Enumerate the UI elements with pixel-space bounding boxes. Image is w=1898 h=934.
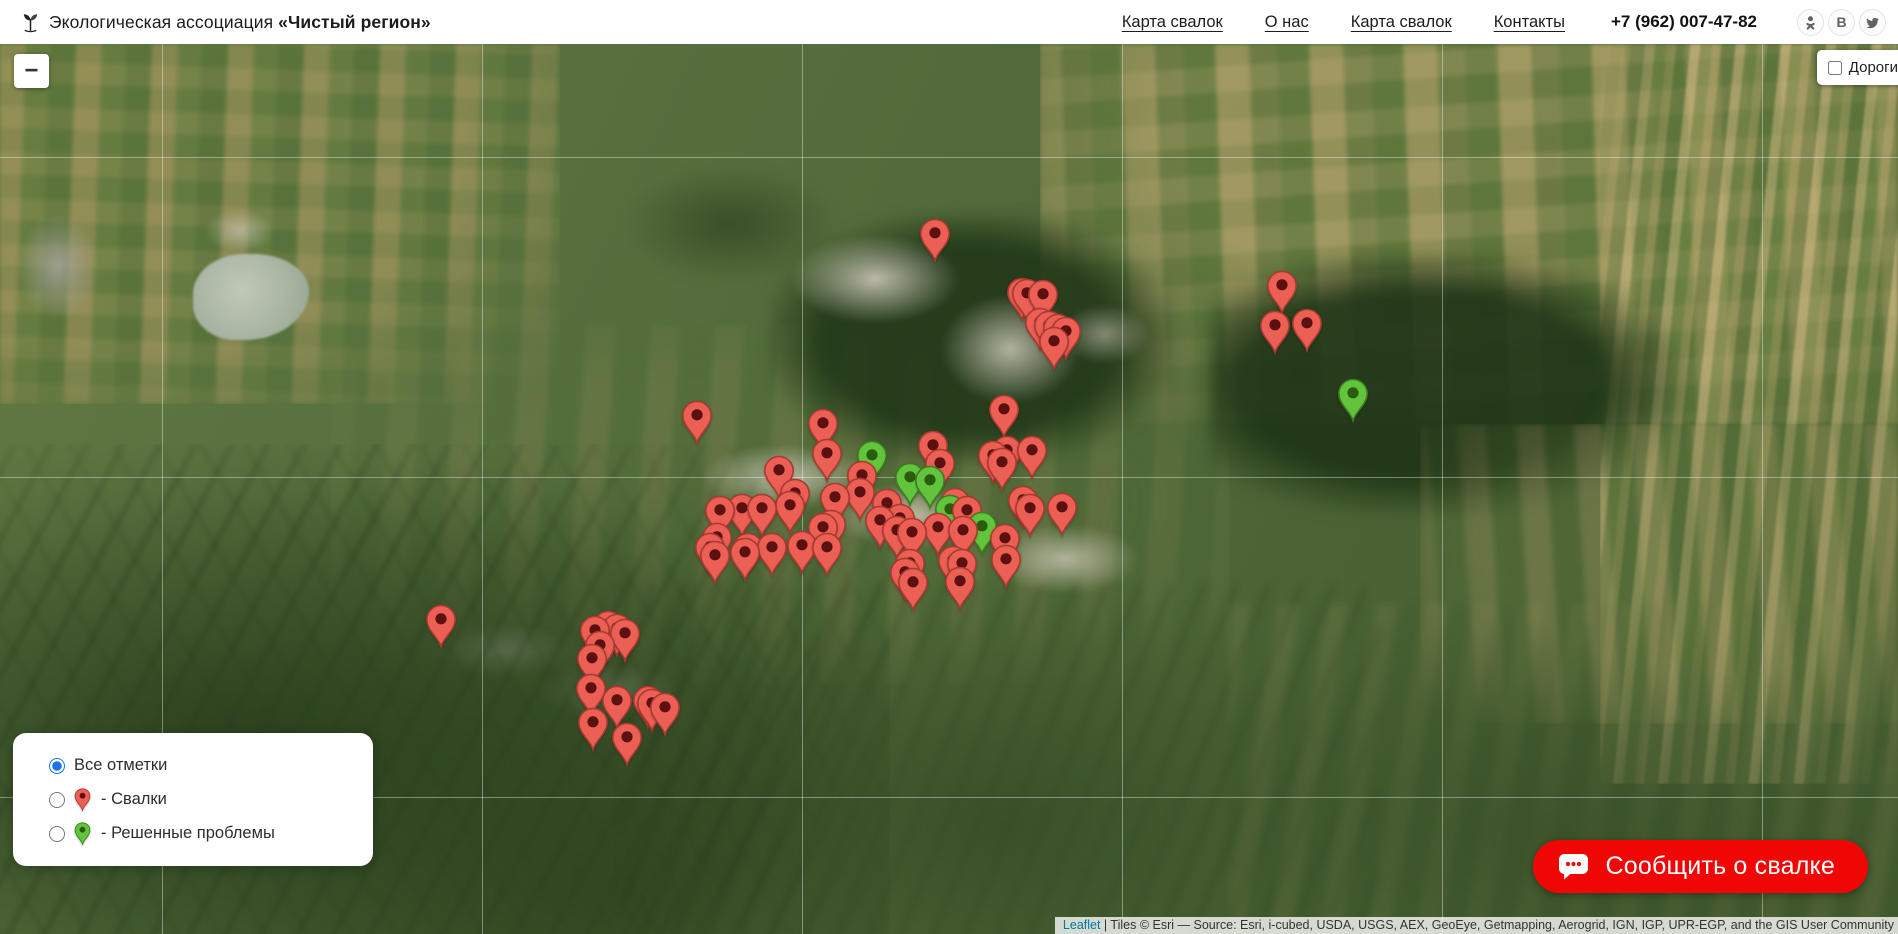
map-marker-red[interactable] [681, 400, 713, 446]
satellite-strip-fields-right [1600, 44, 1898, 784]
graticule-vertical [1442, 44, 1443, 934]
brand[interactable]: Экологическая ассоциация «Чистый регион» [20, 12, 431, 33]
map-marker-red[interactable] [1016, 435, 1048, 481]
nav-link-about[interactable]: О нас [1265, 13, 1309, 32]
chat-bubble-icon [1558, 853, 1589, 880]
map-marker-red[interactable] [577, 707, 609, 753]
map-marker-red[interactable] [897, 567, 929, 613]
brand-bold: «Чистый регион» [278, 12, 431, 32]
map-marker-red[interactable] [1259, 310, 1291, 356]
zoom-out-button[interactable]: − [14, 54, 49, 88]
nav-link-map-2[interactable]: Карта свалок [1351, 13, 1452, 32]
graticule-vertical [482, 44, 483, 934]
satellite-mountains-south [620, 584, 1380, 934]
roads-layer-option[interactable]: Дороги [1828, 59, 1898, 76]
brand-prefix: Экологическая ассоциация [49, 12, 273, 32]
legend-option-all[interactable]: Все отметки [49, 753, 373, 779]
red-pin-icon [74, 788, 92, 812]
graticule-horizontal [0, 157, 1898, 158]
main-nav: Карта свалок О нас Карта свалок Контакты [1122, 13, 1565, 32]
report-button-label: Сообщить о свалке [1606, 852, 1836, 881]
graticule-vertical [1762, 44, 1763, 934]
map-marker-red[interactable] [699, 540, 731, 586]
legend-panel: Все отметки - Свалки - Решенные проблемы [13, 733, 373, 866]
map-canvas[interactable]: − Дороги Все отметки - Свалки - Решенные… [0, 44, 1898, 934]
odnoklassniki-icon[interactable] [1797, 9, 1824, 36]
leaflet-link[interactable]: Leaflet [1063, 918, 1101, 932]
map-marker-red[interactable] [729, 537, 761, 583]
top-header: Экологическая ассоциация «Чистый регион»… [0, 0, 1898, 44]
layers-control: Дороги [1817, 50, 1898, 85]
map-marker-red[interactable] [1291, 308, 1323, 354]
roads-checkbox[interactable] [1828, 61, 1842, 75]
vk-letter: B [1836, 14, 1846, 30]
legend-option-dumps[interactable]: - Свалки [49, 787, 373, 813]
satellite-fields-topleft [0, 44, 560, 404]
map-marker-green[interactable] [1337, 378, 1369, 424]
map-marker-red[interactable] [425, 604, 457, 650]
social-links: B [1797, 9, 1886, 36]
phone-number[interactable]: +7 (962) 007-47-82 [1611, 12, 1757, 32]
twitter-icon[interactable] [1859, 9, 1886, 36]
radio-solved[interactable] [49, 826, 65, 842]
satellite-lake [193, 254, 309, 340]
sprout-logo-icon [20, 12, 41, 33]
satellite-forest-small [620, 164, 840, 284]
legend-label-solved: - Решенные проблемы [101, 824, 275, 843]
graticule-vertical [1122, 44, 1123, 934]
map-marker-red[interactable] [811, 438, 843, 484]
nav-link-map-1[interactable]: Карта свалок [1122, 13, 1223, 32]
map-marker-red[interactable] [649, 692, 681, 738]
map-marker-red[interactable] [944, 566, 976, 612]
map-marker-red[interactable] [811, 532, 843, 578]
attribution: Leaflet | Tiles © Esri — Source: Esri, i… [1055, 917, 1898, 934]
map-marker-red[interactable] [611, 722, 643, 768]
vk-icon[interactable]: B [1828, 9, 1855, 36]
satellite-city-west [18, 214, 98, 319]
brand-title: Экологическая ассоциация «Чистый регион» [49, 12, 431, 33]
tiles-credit: | Tiles © Esri — Source: Esri, i-cubed, … [1100, 918, 1894, 932]
map-marker-red[interactable] [990, 544, 1022, 590]
legend-label-all: Все отметки [74, 756, 167, 775]
map-marker-red[interactable] [1038, 326, 1070, 372]
legend-label-dumps: - Свалки [101, 790, 167, 809]
satellite-fields-topright [1040, 44, 1898, 424]
nav-link-contacts[interactable]: Контакты [1494, 13, 1565, 32]
green-pin-icon [74, 822, 92, 846]
radio-dumps[interactable] [49, 792, 65, 808]
roads-label: Дороги [1849, 59, 1898, 76]
radio-all-marks[interactable] [49, 758, 65, 774]
map-marker-red[interactable] [988, 394, 1020, 440]
report-dump-button[interactable]: Сообщить о свалке [1533, 840, 1869, 893]
map-marker-red[interactable] [919, 218, 951, 264]
satellite-fields-southeast [1420, 424, 1898, 724]
legend-option-solved[interactable]: - Решенные проблемы [49, 821, 373, 847]
map-marker-red[interactable] [1046, 492, 1078, 538]
